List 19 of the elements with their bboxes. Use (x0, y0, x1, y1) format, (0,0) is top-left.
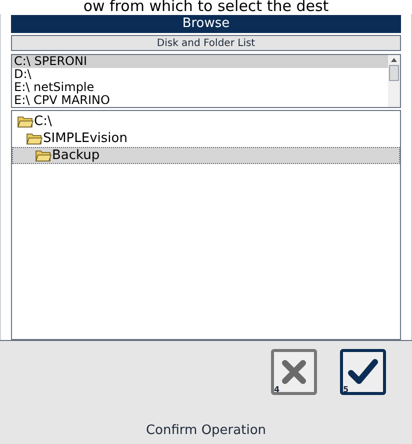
list-header: Disk and Folder List (156, 36, 256, 50)
tree-item[interactable]: SIMPLEvision (12, 130, 400, 147)
shortcut-number: 4 (274, 386, 280, 394)
window-title: Browse (182, 15, 230, 34)
folder-icon (35, 149, 52, 162)
drive-item[interactable]: C:\ SPERONI (12, 55, 388, 68)
scrollbar[interactable] (388, 55, 400, 107)
footer-text: Confirm Operation (146, 422, 266, 440)
folder-icon (17, 115, 34, 128)
tree-item[interactable]: C:\ (12, 113, 400, 130)
checkmark-icon (348, 359, 378, 385)
scroll-up-icon[interactable] (391, 58, 397, 62)
tree-item[interactable]: Backup (12, 147, 400, 164)
close-icon (281, 359, 307, 385)
scroll-thumb[interactable] (389, 65, 399, 81)
confirm-button[interactable]: 5 (340, 349, 386, 395)
cancel-button[interactable]: 4 (271, 349, 317, 395)
folder-icon (26, 132, 43, 145)
shortcut-number: 5 (343, 386, 349, 394)
